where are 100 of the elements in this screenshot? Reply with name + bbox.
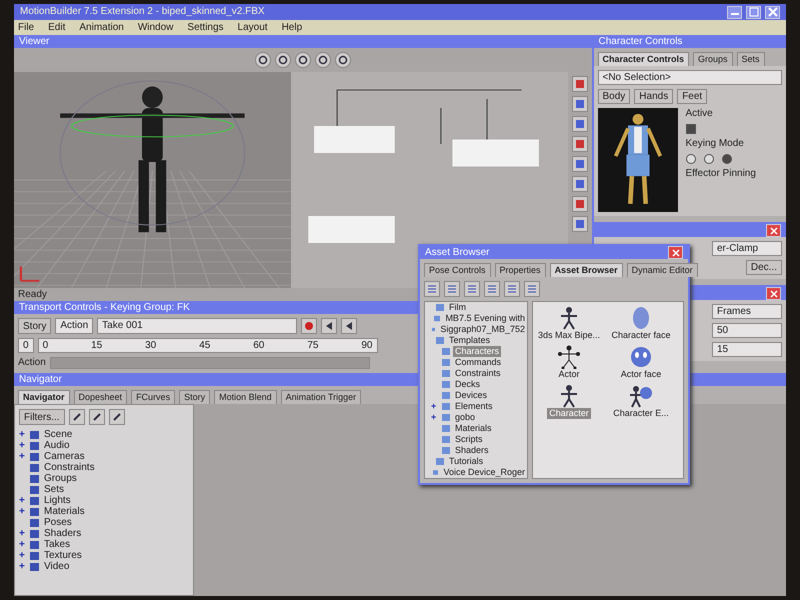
tree-item[interactable]: Cameras <box>42 451 87 462</box>
tab[interactable]: Motion Blend <box>214 390 277 404</box>
folder-item[interactable]: Elements <box>453 401 495 412</box>
schematic-node[interactable] <box>452 140 539 166</box>
number-field[interactable]: 15 <box>712 342 782 357</box>
schematic-node[interactable] <box>314 126 395 153</box>
menu-item[interactable]: Window <box>138 21 174 34</box>
radio-button[interactable] <box>722 154 732 164</box>
folder-item[interactable]: Commands <box>453 357 504 368</box>
tree-item[interactable]: Materials <box>42 506 87 517</box>
tab[interactable]: Character Controls <box>598 52 690 66</box>
folder-item[interactable]: Siggraph07_MB_752 <box>438 324 527 335</box>
tree-item[interactable]: Constraints <box>42 462 97 473</box>
dropdown[interactable]: Frames <box>712 304 782 319</box>
filters-button[interactable]: Filters... <box>19 409 65 425</box>
minimize-button[interactable] <box>727 6 742 18</box>
timeline-ruler[interactable]: 0 15 30 45 60 75 90 <box>38 338 378 353</box>
dec-button[interactable]: Dec... <box>746 260 782 275</box>
folder-item[interactable]: Templates <box>447 335 492 346</box>
folder-item[interactable]: Tutorials <box>447 456 486 467</box>
menu-item[interactable]: Settings <box>187 21 224 34</box>
dropdown[interactable]: er-Clamp <box>712 241 782 256</box>
view-button[interactable]: Feet <box>677 89 708 104</box>
menu-item[interactable]: Help <box>282 21 302 34</box>
3d-viewport[interactable] <box>14 72 291 288</box>
asset-item[interactable]: Character E... <box>611 408 671 419</box>
maximize-button[interactable] <box>746 6 761 18</box>
toolbar-button[interactable] <box>524 281 540 297</box>
action-dropdown[interactable]: Action <box>55 318 94 334</box>
side-tool-button[interactable] <box>572 216 588 232</box>
expand-toggle[interactable]: + <box>19 429 27 440</box>
folder-item[interactable]: Voice Device_Roger <box>441 467 527 478</box>
folder-item[interactable]: Shaders <box>453 445 491 456</box>
tree-item[interactable]: Sets <box>42 484 66 495</box>
folder-item[interactable]: MB7.5 Evening with <box>443 313 527 324</box>
frame-field[interactable]: 0 <box>18 338 34 353</box>
asset-item[interactable]: Character face <box>609 330 673 341</box>
close-button[interactable] <box>766 224 781 237</box>
viewer-tool-button[interactable] <box>314 52 331 68</box>
character-figure-drawing[interactable] <box>60 80 246 232</box>
view-button[interactable]: Hands <box>634 89 674 104</box>
expand-toggle[interactable]: + <box>19 550 27 561</box>
tab[interactable]: Sets <box>736 52 765 66</box>
asset-item[interactable]: 3ds Max Bipe... <box>536 330 602 341</box>
expand-toggle[interactable]: + <box>431 412 439 423</box>
radio-button[interactable] <box>686 154 696 164</box>
folder-item[interactable]: Film <box>447 302 468 313</box>
take-dropdown[interactable]: Take 001 <box>97 318 298 334</box>
toolbar-button[interactable] <box>88 409 105 425</box>
rewind-button[interactable] <box>321 318 338 334</box>
tab[interactable]: Groups <box>693 52 733 66</box>
tab[interactable]: Pose Controls <box>424 263 491 277</box>
tab[interactable]: Dynamic Editor <box>626 263 698 277</box>
toolbar-button[interactable] <box>504 281 520 297</box>
toolbar-button[interactable] <box>484 281 500 297</box>
side-tool-button[interactable] <box>572 176 588 192</box>
toolbar-button[interactable] <box>68 409 85 425</box>
radio-button[interactable] <box>704 154 714 164</box>
tab[interactable]: Story <box>179 390 210 404</box>
expand-toggle[interactable]: + <box>19 506 27 517</box>
close-button[interactable] <box>766 287 781 300</box>
expand-toggle[interactable]: + <box>431 401 439 412</box>
folder-item[interactable]: Characters <box>453 346 502 357</box>
mode-button[interactable]: Story <box>18 318 52 334</box>
toolbar-button[interactable] <box>464 281 480 297</box>
expand-toggle[interactable]: + <box>19 451 27 462</box>
view-button[interactable]: Body <box>598 89 630 104</box>
tree-item[interactable]: Audio <box>42 440 72 451</box>
menu-item[interactable]: Layout <box>238 21 268 34</box>
active-checkbox[interactable] <box>686 124 696 134</box>
side-tool-button[interactable] <box>572 196 588 212</box>
expand-toggle[interactable]: + <box>19 440 27 451</box>
selection-dropdown[interactable]: <No Selection> <box>598 70 782 85</box>
tree-item[interactable]: Poses <box>42 517 74 528</box>
expand-toggle[interactable]: + <box>19 561 27 572</box>
close-button[interactable] <box>765 6 780 18</box>
record-button[interactable] <box>301 318 318 334</box>
viewer-tool-button[interactable] <box>254 52 271 68</box>
tree-item[interactable]: Textures <box>42 550 84 561</box>
side-tool-button[interactable] <box>572 136 588 152</box>
tab[interactable]: Animation Trigger <box>280 390 362 404</box>
toolbar-button[interactable] <box>108 409 125 425</box>
tree-item[interactable]: Takes <box>42 539 72 550</box>
menu-item[interactable]: File <box>18 21 34 34</box>
tab[interactable]: Properties <box>494 263 546 277</box>
side-tool-button[interactable] <box>572 156 588 172</box>
tree-item[interactable]: Video <box>42 561 72 572</box>
schematic-node[interactable] <box>308 216 395 243</box>
step-back-button[interactable] <box>341 318 358 334</box>
folder-item[interactable]: Materials <box>453 423 494 434</box>
viewer-tool-button[interactable] <box>334 52 351 68</box>
folder-item[interactable]: gobo <box>453 412 478 423</box>
side-tool-button[interactable] <box>572 96 588 112</box>
expand-toggle[interactable]: + <box>19 495 27 506</box>
folder-item[interactable]: Devices <box>453 390 490 401</box>
viewer-tool-button[interactable] <box>274 52 291 68</box>
expand-toggle[interactable]: + <box>19 528 27 539</box>
viewer-tool-button[interactable] <box>294 52 311 68</box>
tab[interactable]: FCurves <box>131 390 176 404</box>
tree-item[interactable]: Shaders <box>42 528 84 539</box>
